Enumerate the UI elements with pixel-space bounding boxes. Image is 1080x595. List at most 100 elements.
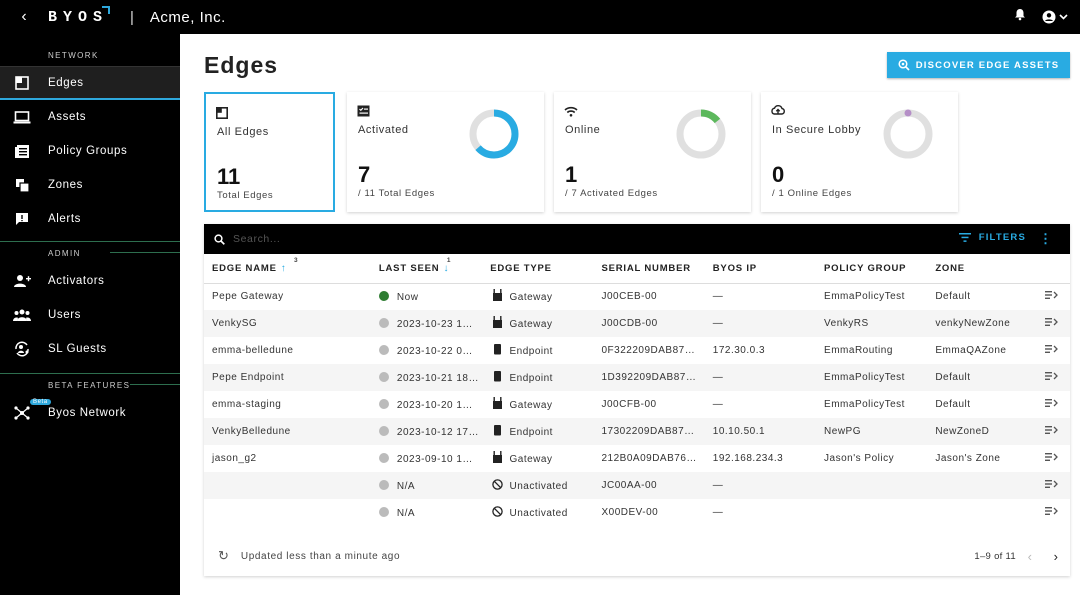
- card-online[interactable]: Online 1 / 7 Activated Edges: [554, 92, 751, 212]
- sidebar-item-label: Edges: [48, 76, 84, 89]
- table-row[interactable]: jason_g2 2023-09-10 1… Gateway 212B0A09DAB…: [204, 445, 1070, 472]
- cell-serial-number: 1D392209DAB87…: [593, 364, 705, 391]
- cell-byos-ip: —: [704, 364, 817, 391]
- discover-edge-assets-button[interactable]: DISCOVER EDGE ASSETS: [887, 52, 1070, 78]
- cell-policy-group: VenkyRS: [816, 310, 928, 337]
- sort-asc-icon: ↑: [280, 262, 287, 274]
- card-label: All Edges: [217, 126, 269, 138]
- status-dot: [378, 398, 389, 409]
- table-row[interactable]: emma-belledune 2023-10-22 0… Endpoint 0F32…: [204, 337, 1070, 364]
- cell-byos-ip: —: [712, 399, 724, 410]
- cell-edge-type: Endpoint: [482, 337, 593, 364]
- sort-desc-icon: ↓: [443, 262, 450, 274]
- cell-edge-type: Endpoint: [482, 418, 594, 445]
- section-title-beta: BETA FEATURES: [48, 380, 131, 390]
- card-all-edges[interactable]: All Edges 11 Total Edges: [204, 92, 335, 212]
- sidebar-item-zones[interactable]: Zones: [0, 168, 180, 202]
- table-toolbar: FILTERS ⋮: [204, 224, 1070, 254]
- search-input[interactable]: [233, 233, 733, 245]
- sidebar-item-edges[interactable]: Edges: [0, 66, 180, 100]
- sidebar-item-label: Byos Network: [48, 407, 127, 419]
- edge-icon: [216, 106, 228, 124]
- beta-badge: Beta: [30, 399, 51, 405]
- cell-policy-group: EmmaRouting: [824, 345, 893, 356]
- card-secure-lobby[interactable]: In Secure Lobby 0 / 1 Online Edges: [761, 92, 958, 212]
- column-header-zone[interactable]: ZONE: [927, 254, 1034, 284]
- status-dot: [378, 506, 389, 517]
- table-row[interactable]: VenkySG 2023-10-23 1… Gateway J00CDB-00— Ve…: [204, 310, 1070, 337]
- table-header-row: EDGE NAME ↑ 3 LAST SEEN ↓ 1 EDGE TYPE SERIAL…: [204, 254, 1070, 284]
- status-dot: [378, 317, 389, 328]
- prev-page-icon[interactable]: ‹: [1028, 549, 1032, 564]
- back-icon[interactable]: ‹: [14, 8, 34, 26]
- sidebar-item-policy-groups[interactable]: Policy Groups: [0, 134, 180, 168]
- org-name: Acme, Inc.: [149, 8, 226, 26]
- row-action-icon[interactable]: [1033, 418, 1070, 445]
- row-action-icon[interactable]: [1034, 283, 1070, 310]
- cell-last-seen: 2023-10-23 1…: [370, 310, 483, 337]
- cell-zone: EmmaQAZone: [935, 345, 1007, 356]
- cell-zone: Default: [935, 399, 971, 410]
- account-menu[interactable]: [1042, 10, 1068, 24]
- table-row[interactable]: emma-staging 2023-10-20 1… Gateway J00CFB-…: [204, 391, 1070, 418]
- cell-last-seen: 2023-10-20 1…: [371, 391, 482, 418]
- more-options-icon[interactable]: ⋮: [1039, 231, 1052, 247]
- gateway-icon: [490, 397, 504, 412]
- cell-zone: Jason's Zone: [935, 453, 1001, 464]
- row-action-icon[interactable]: [1034, 391, 1070, 418]
- sidebar-item-users[interactable]: Users: [0, 298, 180, 332]
- endpoint-icon: [490, 424, 504, 439]
- column-header-edge-type[interactable]: EDGE TYPE: [482, 254, 594, 284]
- column-header-policy-group[interactable]: POLICY GROUP: [816, 254, 928, 284]
- row-action-icon[interactable]: [1034, 499, 1070, 526]
- cell-zone: [927, 472, 1034, 499]
- row-action-icon[interactable]: [1033, 364, 1070, 391]
- card-label: Online: [565, 124, 601, 136]
- byos-logo[interactable]: BYOS: [48, 5, 111, 26]
- column-header-serial-number[interactable]: SERIAL NUMBER: [593, 254, 705, 284]
- search-icon: [214, 233, 225, 245]
- card-activated[interactable]: Activated 7 / 11 Total Edges: [347, 92, 544, 212]
- refresh-icon[interactable]: ↻: [218, 548, 229, 564]
- cell-last-seen: 2023-10-22 0…: [371, 337, 482, 364]
- column-header-byos-ip[interactable]: BYOS IP: [704, 254, 817, 284]
- section-title-network: NETWORK: [48, 50, 99, 60]
- sidebar-item-sl-guests[interactable]: SL Guests: [0, 332, 180, 366]
- sidebar-item-byos-network[interactable]: Beta Byos Network: [0, 396, 180, 430]
- donut-marker: [904, 109, 912, 117]
- search-network-icon: [898, 59, 910, 71]
- edge-icon: [12, 75, 32, 91]
- cell-last-seen: 2023-10-12 17…: [370, 418, 483, 445]
- column-header-last-seen[interactable]: LAST SEEN ↓ 1: [370, 254, 483, 284]
- row-action-icon[interactable]: [1033, 310, 1070, 337]
- sidebar-item-alerts[interactable]: Alerts: [0, 202, 180, 236]
- cell-edge-name: emma-staging: [212, 399, 282, 410]
- table-row[interactable]: VenkyBelledune 2023-10-12 17… Endpoint 173…: [204, 418, 1070, 445]
- online-donut: [676, 109, 726, 159]
- column-header-actions: [1033, 254, 1070, 284]
- top-bar: ‹ BYOS | Acme, Inc.: [0, 0, 1080, 34]
- column-header-edge-name[interactable]: EDGE NAME ↑ 3: [204, 254, 371, 284]
- table-row[interactable]: N/A Unactivated JC00AA-00—: [204, 472, 1070, 499]
- filters-label: FILTERS: [978, 232, 1026, 243]
- cell-edge-type: Gateway: [482, 391, 593, 418]
- gateway-icon: [490, 316, 504, 331]
- person-add-icon: [12, 273, 32, 289]
- bell-icon[interactable]: [1014, 8, 1026, 26]
- next-page-icon[interactable]: ›: [1054, 549, 1058, 564]
- sidebar-item-assets[interactable]: Assets: [0, 100, 180, 134]
- cell-edge-name: VenkySG: [204, 310, 371, 337]
- cell-policy-group: EmmaPolicyTest: [824, 399, 905, 410]
- filters-button[interactable]: FILTERS: [958, 232, 1026, 243]
- table-row[interactable]: Pepe Gateway Now Gateway J00CEB-00 — EmmaPol…: [204, 283, 1070, 310]
- row-action-icon[interactable]: [1034, 337, 1070, 364]
- table-row[interactable]: Pepe Endpoint 2023-10-21 18… Endpoint 1D39…: [204, 364, 1070, 391]
- sidebar-item-activators[interactable]: Activators: [0, 264, 180, 298]
- main-content: Edges DISCOVER EDGE ASSETS All Edges 11 …: [180, 34, 1080, 595]
- cell-last-seen: 2023-10-21 18…: [370, 364, 483, 391]
- row-action-icon[interactable]: [1033, 472, 1070, 499]
- cell-last-seen: N/A: [371, 499, 482, 526]
- row-action-icon[interactable]: [1034, 445, 1070, 472]
- table-row[interactable]: N/A Unactivated X00DEV-00 —: [204, 499, 1070, 526]
- card-sub: / 1 Online Edges: [772, 188, 852, 199]
